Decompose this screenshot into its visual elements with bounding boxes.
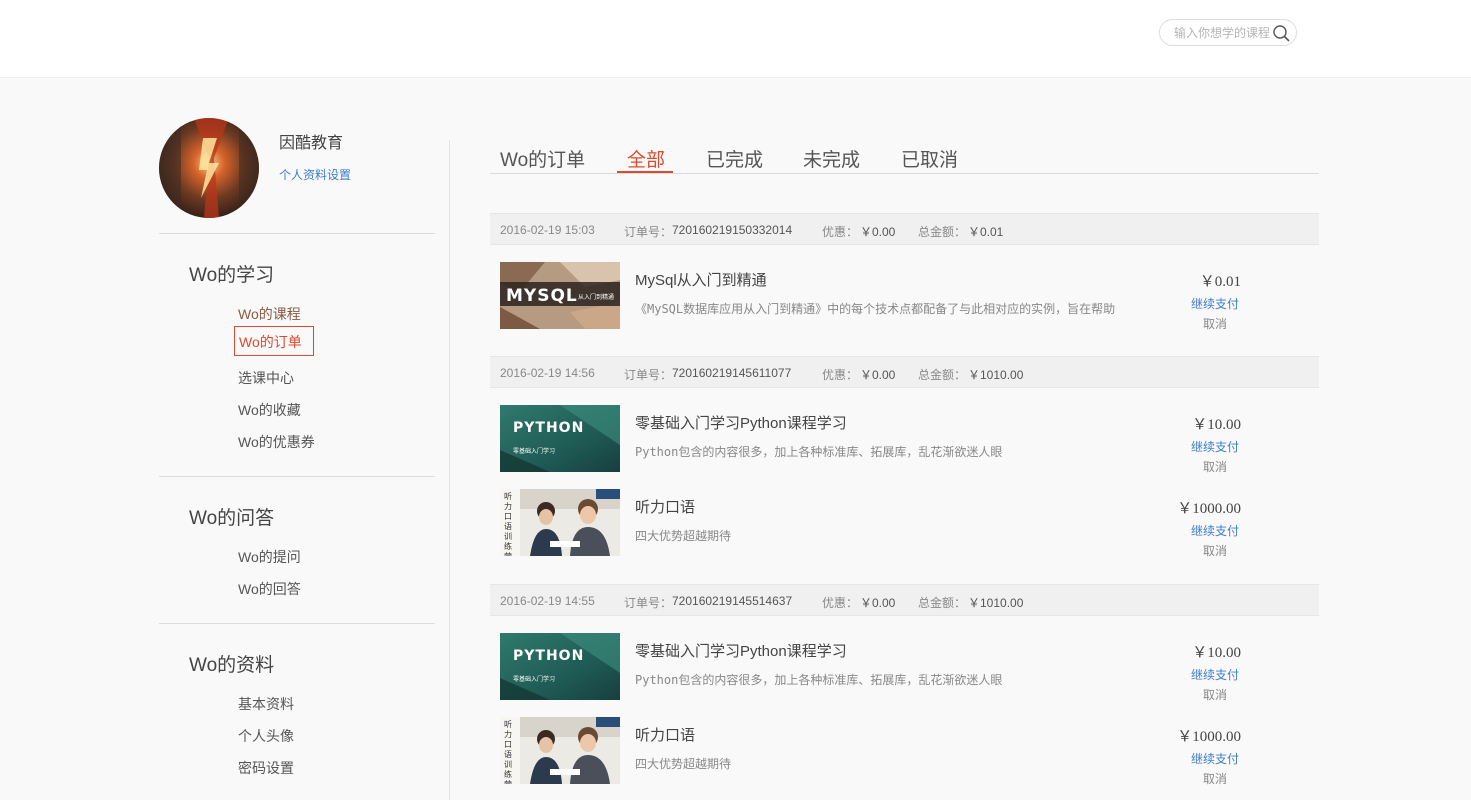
search-input[interactable] bbox=[1174, 24, 1274, 42]
order-date: 2016-02-19 15:03 bbox=[500, 223, 595, 237]
discount-value: ￥0.00 bbox=[860, 368, 896, 382]
course-thumbnail[interactable]: 听力口语训练营 bbox=[500, 489, 620, 556]
tab-completed[interactable]: 已完成 bbox=[706, 145, 763, 172]
section-title-qa: Wo的问答 bbox=[189, 508, 275, 529]
total-label: 总金额： bbox=[918, 596, 967, 610]
vertical-divider bbox=[449, 140, 450, 800]
order-item: MYSQL 从入门到精通 MySql从入门到精通 《MySQL数据库应用从入门到… bbox=[490, 262, 1319, 332]
thumbnail-title: MYSQL bbox=[506, 286, 578, 306]
sidebar-item-my-answers[interactable]: Wo的回答 bbox=[238, 579, 301, 599]
course-description: Python包含的内容很多，加上各种标准库、拓展库，乱花渐欲迷人眼 bbox=[635, 673, 1003, 687]
course-thumbnail[interactable]: PYTHON 零基础入门学习 bbox=[500, 405, 620, 472]
order-item: PYTHON 零基础入门学习 零基础入门学习Python课程学习 Python包… bbox=[490, 405, 1319, 475]
sidebar-divider bbox=[159, 476, 435, 477]
item-price: ￥0.01 bbox=[1199, 274, 1241, 290]
discount-label: 优惠： bbox=[822, 596, 859, 610]
total-label: 总金额： bbox=[918, 225, 967, 239]
order-header: 2016-02-19 14:55 订单号： 720160219145514637… bbox=[490, 584, 1319, 616]
course-title[interactable]: MySql从入门到精通 bbox=[635, 269, 767, 290]
item-price: ￥1000.00 bbox=[1177, 501, 1241, 517]
continue-pay-link[interactable]: 继续支付 bbox=[1191, 438, 1239, 455]
top-bar bbox=[0, 0, 1471, 78]
page-title: Wo的订单 bbox=[500, 150, 586, 171]
sidebar-divider bbox=[159, 623, 435, 624]
order-tabs: Wo的订单 全部 已完成 未完成 已取消 bbox=[490, 140, 1319, 174]
course-description: 四大优势超越期待 bbox=[635, 529, 732, 543]
cancel-link[interactable]: 取消 bbox=[1203, 458, 1227, 475]
order-date: 2016-02-19 14:56 bbox=[500, 366, 595, 380]
course-description: 四大优势超越期待 bbox=[635, 757, 732, 771]
search-icon[interactable] bbox=[1272, 24, 1291, 43]
sidebar-item-basic-info[interactable]: 基本资料 bbox=[238, 694, 294, 714]
course-thumbnail[interactable]: PYTHON 零基础入门学习 bbox=[500, 633, 620, 700]
section-title-profile: Wo的资料 bbox=[189, 655, 275, 676]
cancel-link[interactable]: 取消 bbox=[1203, 542, 1227, 559]
cancel-link[interactable]: 取消 bbox=[1203, 770, 1227, 787]
course-description: 《MySQL数据库应用从入门到精通》中的每个技术点都配备了与此相对应的实例，旨在… bbox=[635, 302, 1116, 316]
order-number: 720160219145611077 bbox=[672, 366, 792, 380]
course-title[interactable]: 零基础入门学习Python课程学习 bbox=[635, 640, 847, 661]
order-number-label: 订单号： bbox=[624, 596, 673, 610]
total-label: 总金额： bbox=[918, 368, 967, 382]
order-item: PYTHON 零基础入门学习 零基础入门学习Python课程学习 Python包… bbox=[490, 633, 1319, 703]
sidebar-divider bbox=[159, 233, 435, 234]
course-title[interactable]: 听力口语 bbox=[635, 496, 695, 517]
order-item: 听力口语训练营 听力口语 四大优势超越期待 ￥1000.00 继续支付 取消 bbox=[490, 489, 1319, 559]
item-price: ￥10.00 bbox=[1192, 417, 1241, 433]
search-box[interactable] bbox=[1159, 19, 1297, 46]
thumbnail-subtitle: 从入门到精通 bbox=[578, 294, 615, 301]
order-number-label: 订单号： bbox=[624, 225, 673, 239]
course-title[interactable]: 听力口语 bbox=[635, 724, 695, 745]
discount-value: ￥0.00 bbox=[860, 596, 896, 610]
sidebar-item-my-orders[interactable]: Wo的订单 bbox=[234, 326, 314, 356]
sidebar-item-favorites[interactable]: Wo的收藏 bbox=[238, 400, 301, 420]
continue-pay-link[interactable]: 继续支付 bbox=[1191, 295, 1239, 312]
course-thumbnail[interactable]: 听力口语训练营 bbox=[500, 717, 620, 784]
order-number: 720160219145514637 bbox=[672, 594, 793, 608]
tab-incomplete[interactable]: 未完成 bbox=[803, 145, 860, 172]
cancel-link[interactable]: 取消 bbox=[1203, 686, 1227, 703]
course-thumbnail[interactable]: MYSQL 从入门到精通 bbox=[500, 262, 620, 329]
active-tab-underline bbox=[617, 171, 673, 173]
item-price: ￥1000.00 bbox=[1177, 729, 1241, 745]
cancel-link[interactable]: 取消 bbox=[1203, 315, 1227, 332]
thumbnail-subtitle: 零基础入门学习 bbox=[513, 676, 556, 683]
sidebar-item-password[interactable]: 密码设置 bbox=[238, 758, 294, 778]
continue-pay-link[interactable]: 继续支付 bbox=[1191, 750, 1239, 767]
discount-label: 优惠： bbox=[822, 225, 859, 239]
total-value: ￥0.01 bbox=[968, 225, 1004, 239]
course-title[interactable]: 零基础入门学习Python课程学习 bbox=[635, 412, 847, 433]
tab-cancelled[interactable]: 已取消 bbox=[901, 145, 958, 172]
thumbnail-subtitle: 零基础入门学习 bbox=[513, 448, 556, 455]
thumbnail-title: 听力口语训练营 bbox=[504, 492, 512, 556]
sidebar-item-my-courses[interactable]: Wo的课程 bbox=[238, 304, 301, 324]
avatar[interactable] bbox=[159, 118, 259, 218]
order-number: 720160219150332014 bbox=[672, 223, 793, 237]
discount-label: 优惠： bbox=[822, 368, 859, 382]
sidebar-item-my-questions[interactable]: Wo的提问 bbox=[238, 547, 301, 567]
username: 因酷教育 bbox=[279, 135, 344, 152]
order-header: 2016-02-19 14:56 订单号： 720160219145611077… bbox=[490, 356, 1319, 388]
section-title-learning: Wo的学习 bbox=[189, 265, 275, 286]
sidebar-item-course-center[interactable]: 选课中心 bbox=[238, 368, 294, 388]
thumbnail-title: 听力口语训练营 bbox=[504, 720, 512, 784]
course-description: Python包含的内容很多，加上各种标准库、拓展库，乱花渐欲迷人眼 bbox=[635, 445, 1003, 459]
tab-all[interactable]: 全部 bbox=[627, 145, 665, 172]
discount-value: ￥0.00 bbox=[860, 225, 896, 239]
sidebar-item-coupons[interactable]: Wo的优惠券 bbox=[238, 432, 315, 452]
continue-pay-link[interactable]: 继续支付 bbox=[1191, 522, 1239, 539]
sidebar-item-avatar[interactable]: 个人头像 bbox=[238, 726, 294, 746]
item-price: ￥10.00 bbox=[1192, 645, 1241, 661]
thumbnail-title: PYTHON bbox=[513, 648, 585, 664]
total-value: ￥1010.00 bbox=[968, 596, 1024, 610]
order-date: 2016-02-19 14:55 bbox=[500, 594, 595, 608]
order-item: 听力口语训练营 听力口语 四大优势超越期待 ￥1000.00 继续支付 取消 bbox=[490, 717, 1319, 787]
continue-pay-link[interactable]: 继续支付 bbox=[1191, 666, 1239, 683]
profile-settings-link[interactable]: 个人资料设置 bbox=[279, 166, 351, 183]
total-value: ￥1010.00 bbox=[968, 368, 1024, 382]
thumbnail-title: PYTHON bbox=[513, 420, 585, 436]
order-header: 2016-02-19 15:03 订单号： 720160219150332014… bbox=[490, 213, 1319, 245]
order-number-label: 订单号： bbox=[624, 368, 673, 382]
